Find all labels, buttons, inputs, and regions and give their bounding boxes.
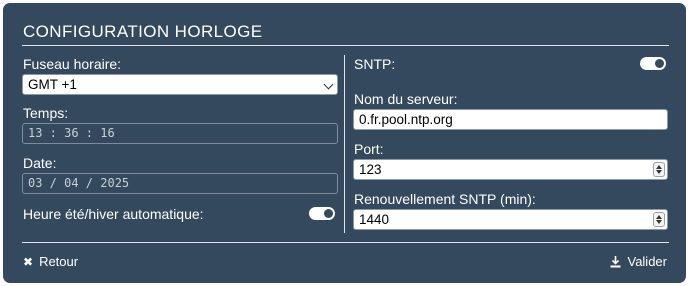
date-label: Date:: [23, 155, 57, 171]
time-field: 13 : 36 : 16: [22, 123, 338, 144]
toggle-knob: [324, 209, 333, 218]
refresh-value: 1440: [359, 212, 390, 227]
refresh-stepper[interactable]: [653, 212, 665, 227]
close-icon: ✖: [23, 254, 34, 269]
title-divider: [22, 45, 669, 46]
server-label: Nom du serveur:: [354, 91, 458, 107]
footer-divider: [22, 242, 669, 243]
save-button-label: Valider: [627, 254, 667, 269]
sntp-label: SNTP:: [354, 56, 396, 72]
back-button-label: Retour: [39, 254, 79, 269]
port-label: Port:: [354, 141, 384, 157]
dst-label: Heure été/hiver automatique:: [23, 206, 204, 222]
download-icon: [610, 255, 621, 267]
server-input[interactable]: 0.fr.pool.ntp.org: [353, 109, 668, 130]
port-value: 123: [359, 162, 382, 177]
dst-toggle[interactable]: [309, 207, 335, 220]
chevron-down-icon: [323, 79, 334, 90]
port-input[interactable]: 123: [353, 159, 668, 180]
panel-title: CONFIGURATION HORLOGE: [23, 22, 263, 41]
refresh-label: Renouvellement SNTP (min):: [354, 191, 536, 207]
clock-config-panel: CONFIGURATION HORLOGE Fuseau horaire: GM…: [3, 3, 686, 283]
column-divider: [344, 55, 345, 233]
timezone-value: GMT +1: [28, 77, 77, 92]
timezone-label: Fuseau horaire:: [23, 56, 122, 72]
refresh-input[interactable]: 1440: [353, 209, 668, 230]
toggle-knob: [655, 59, 664, 68]
port-stepper[interactable]: [653, 162, 665, 177]
timezone-select[interactable]: GMT +1: [22, 74, 338, 95]
time-label: Temps:: [23, 105, 69, 121]
save-button[interactable]: Valider: [610, 254, 667, 269]
sntp-toggle[interactable]: [640, 57, 666, 70]
back-button[interactable]: ✖ Retour: [23, 254, 78, 269]
date-field: 03 / 04 / 2025: [22, 173, 338, 194]
